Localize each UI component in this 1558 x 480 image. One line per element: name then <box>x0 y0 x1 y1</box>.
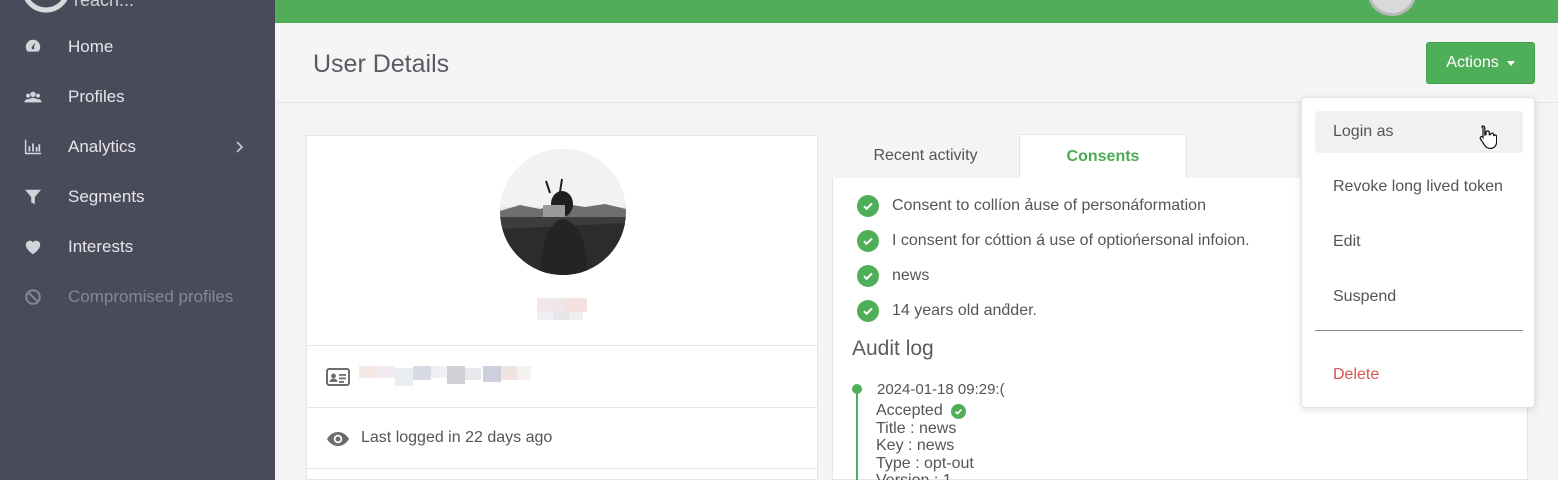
ban-icon <box>0 288 68 306</box>
top-bar <box>275 0 1558 23</box>
sidebar: reach... Home Profiles Analytics Segment… <box>0 0 275 480</box>
menu-divider <box>1315 330 1523 331</box>
timeline-dot <box>852 384 862 394</box>
logo-icon <box>24 0 68 13</box>
page-header: User Details Actions <box>275 23 1558 103</box>
name-redacted <box>537 298 587 320</box>
profile-id-redacted <box>359 366 531 386</box>
audit-line: Version : 1 <box>876 472 974 480</box>
actions-button[interactable]: Actions <box>1426 42 1535 84</box>
sidebar-item-analytics[interactable]: Analytics <box>0 127 275 167</box>
dashboard-icon <box>0 38 68 56</box>
eye-icon <box>327 432 349 446</box>
heart-icon <box>0 238 68 256</box>
check-circle-icon <box>857 195 879 217</box>
chevron-right-icon <box>236 141 244 153</box>
audit-status: Accepted <box>876 402 943 419</box>
menu-item-suspend[interactable]: Suspend <box>1315 276 1523 318</box>
check-circle-icon <box>950 404 966 419</box>
sidebar-item-profiles[interactable]: Profiles <box>0 77 275 117</box>
consent-text: news <box>892 267 930 284</box>
audit-line: Key : news <box>876 437 955 454</box>
check-circle-icon <box>857 300 879 322</box>
bar-chart-icon <box>0 138 68 156</box>
menu-item-revoke-token[interactable]: Revoke long lived token <box>1315 166 1523 208</box>
check-circle-icon <box>857 230 879 252</box>
actions-dropdown-menu: Login as Revoke long lived token Edit Su… <box>1301 97 1535 408</box>
sidebar-item-segments[interactable]: Segments <box>0 177 275 217</box>
consent-text: I consent for cóttion á use of optioń… <box>892 232 1250 249</box>
hand-cursor-icon <box>1479 125 1497 150</box>
sidebar-item-label: Home <box>68 37 114 56</box>
consent-text: Consent to collíon ảuse of personáfor… <box>892 197 1206 214</box>
audit-line: Title : news <box>876 419 957 437</box>
consent-item: 14 years old and́der. <box>857 300 1037 322</box>
menu-item-edit[interactable]: Edit <box>1315 221 1523 263</box>
sidebar-item-label: Interests <box>68 237 134 256</box>
filter-icon <box>0 188 68 206</box>
logo-text: reach... <box>74 0 135 10</box>
audit-timestamp: 2024-01-18 09:29:( <box>877 381 1005 398</box>
audit-line: Type : opt-out <box>876 454 974 472</box>
sidebar-item-interests[interactable]: Interests <box>0 227 275 267</box>
sidebar-item-label: Compromised profiles <box>68 287 234 306</box>
details-tabs: Recent activity Consents <box>832 134 1187 178</box>
profile-avatar <box>500 149 626 275</box>
audit-entry: Accepted Title : news Key : news Type : … <box>876 402 974 480</box>
page-title: User Details <box>313 50 450 78</box>
sidebar-item-label: Profiles <box>68 87 125 106</box>
sidebar-item-label: Segments <box>68 187 145 206</box>
sidebar-item-label: Analytics <box>68 137 137 156</box>
profile-card: Last logged in 22 days ago <box>306 135 818 480</box>
consent-item: I consent for cóttion á use of optioń… <box>857 230 1250 252</box>
sidebar-item-home[interactable]: Home <box>0 27 275 67</box>
actions-button-label: Actions <box>1446 54 1499 71</box>
check-circle-icon <box>857 265 879 287</box>
id-card-icon <box>326 368 350 386</box>
audit-log-title: Audit log <box>852 337 934 360</box>
users-icon <box>0 88 68 106</box>
tab-consents[interactable]: Consents <box>1019 134 1187 178</box>
timeline-line <box>856 392 858 480</box>
last-logged-row: Last logged in 22 days ago <box>307 407 817 468</box>
consent-item: news <box>857 265 929 287</box>
profile-id-row <box>307 345 817 407</box>
consent-text: 14 years old and́der. <box>892 302 1037 319</box>
last-logged-text: Last logged in 22 days ago <box>361 429 553 446</box>
caret-down-icon <box>1506 60 1515 66</box>
profile-row <box>307 468 817 480</box>
consent-item: Consent to collíon ảuse of personáfor… <box>857 195 1206 217</box>
menu-item-delete[interactable]: Delete <box>1315 354 1523 396</box>
sidebar-item-compromised-profiles[interactable]: Compromised profiles <box>0 277 275 317</box>
tab-recent-activity[interactable]: Recent activity <box>832 134 1019 178</box>
